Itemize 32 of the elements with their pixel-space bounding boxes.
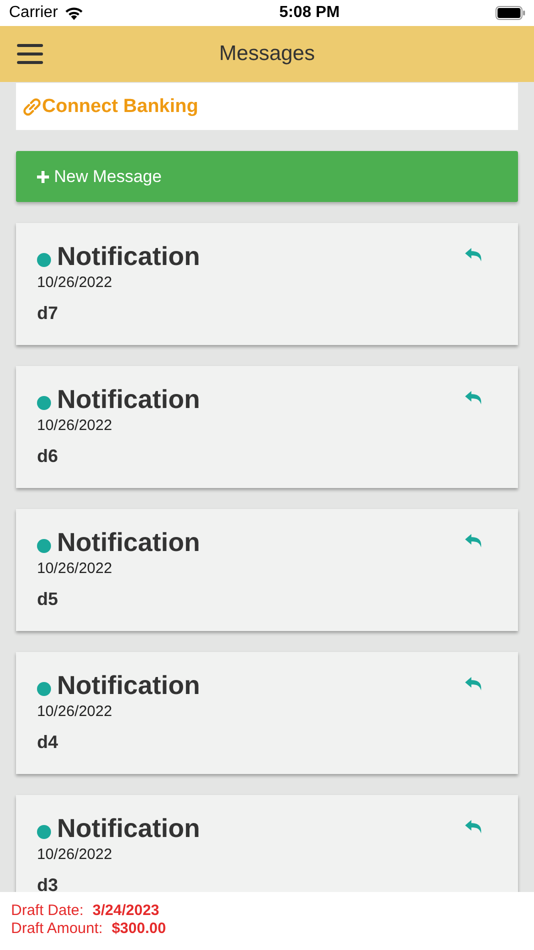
draft-value: $300.00 [112, 920, 166, 937]
message-date: 10/26/2022 [37, 417, 114, 434]
message-card[interactable]: Notification 10/26/2022 d7 [16, 223, 518, 345]
message-date: 10/26/2022 [37, 560, 114, 577]
draft-label: Draft Date: [11, 902, 84, 919]
carrier-name: Carrier [9, 4, 58, 22]
screen-title: Messages [219, 42, 315, 66]
message-text: d6 [37, 446, 60, 467]
message-card[interactable]: Notification 10/26/2022 d4 [16, 652, 518, 774]
draft-label: Draft Amount: [11, 920, 103, 937]
message-text: d4 [37, 732, 60, 753]
message-card[interactable]: Notification 10/26/2022 d6 [16, 366, 518, 488]
message-title: Notification [57, 813, 200, 844]
message-card[interactable]: Notification 10/26/2022 d5 [16, 509, 518, 631]
message-date: 10/26/2022 [37, 846, 114, 863]
link-icon [23, 98, 41, 116]
message-title: Notification [57, 241, 200, 272]
plus-icon [37, 170, 49, 182]
draft-value: 3/24/2023 [92, 902, 160, 919]
message-card[interactable]: Notification 10/26/2022 d3 [16, 795, 518, 892]
clock-time: 5:08 PM [279, 4, 340, 22]
message-text: d7 [37, 303, 60, 324]
battery-icon [494, 6, 526, 20]
message-text: d5 [37, 589, 60, 610]
message-date: 10/26/2022 [37, 703, 114, 720]
message-title: Notification [57, 384, 200, 415]
message-title: Notification [57, 527, 200, 558]
wifi-icon [64, 6, 84, 20]
message-text: d3 [37, 875, 60, 892]
menu-icon[interactable] [17, 43, 43, 65]
message-title: Notification [57, 670, 200, 701]
message-date: 10/26/2022 [37, 274, 114, 291]
